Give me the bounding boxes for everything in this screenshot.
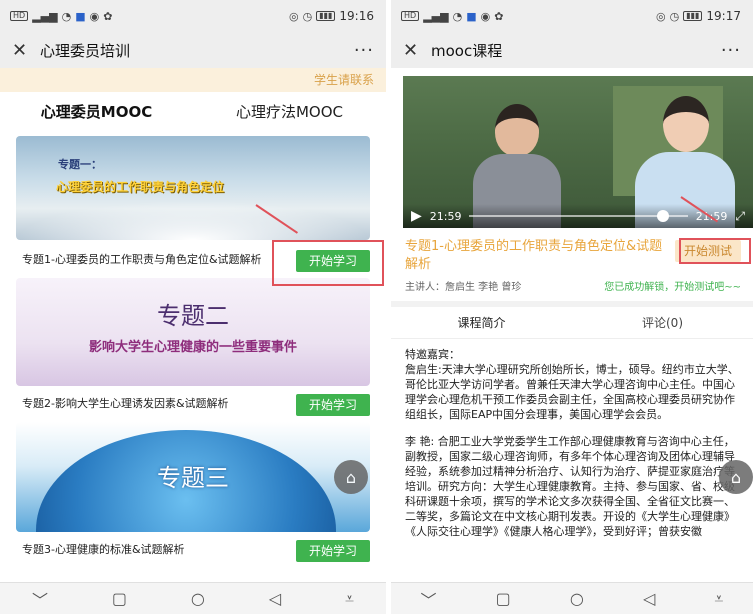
more-icon[interactable]: ··· <box>354 40 374 61</box>
status-bar: HD ▂▄▆ ◔ ■ ◉ ✿ ◎ ◷ ▮▮▮ 19:17 <box>391 0 753 32</box>
unlock-message: 您已成功解锁，开始测试吧~~ <box>604 282 741 293</box>
eye-icon: ◎ <box>288 9 299 23</box>
phone-left: HD ▂▄▆ ◔ ■ ◉ ✿ ◎ ◷ ▮▮▮ 19:16 ✕ 心理委员培训 ··… <box>0 0 386 614</box>
alarm-icon: ◷ <box>669 9 680 23</box>
current-time: 21:59 <box>429 209 462 223</box>
wifi-icon: ◔ <box>452 9 463 23</box>
mooc-tabs: 心理委员MOOC 心理疗法MOOC <box>0 92 386 130</box>
signal-icon: ▂▄▆ <box>32 9 58 23</box>
banner-title: 心理委员的工作职责与角色定位 <box>56 180 225 194</box>
hd-icon: HD <box>10 11 29 21</box>
page-title: 心理委员培训 <box>40 41 131 60</box>
tab-comments[interactable]: 评论(0) <box>572 314 753 331</box>
banner-label: 专题三 <box>157 464 229 492</box>
status-time: 19:17 <box>706 9 741 23</box>
progress-track[interactable] <box>469 210 688 222</box>
guest-bio-2: 李 艳: 合肥工业大学党委学生工作部心理健康教育与咨询中心主任，副教授，国家二级… <box>405 435 735 538</box>
highlight-box <box>272 240 384 286</box>
status-bar: HD ▂▄▆ ◔ ■ ◉ ✿ ◎ ◷ ▮▮▮ 19:16 <box>0 0 386 32</box>
fullscreen-icon[interactable]: ⤢ <box>735 209 745 224</box>
menu-icon[interactable]: ⩡ <box>345 589 354 609</box>
course-row-3: 专题3-心理健康的标准&试题解析 开始学习 <box>0 536 386 562</box>
course-title: 专题1-心理委员的工作职责与角色定位&试题解析 <box>22 253 262 266</box>
back-icon[interactable]: ◁ <box>269 589 281 608</box>
close-icon[interactable]: ✕ <box>403 40 425 61</box>
tab-counselor-mooc[interactable]: 心理委员MOOC <box>0 101 193 122</box>
hd-icon: HD <box>401 11 420 21</box>
guest-bio-1: 詹启生:天津大学心理研究所创始所长，博士，硕导。纽约市立大学、哥伦比亚大学访问学… <box>405 363 739 421</box>
close-icon[interactable]: ✕ <box>12 40 34 61</box>
system-nav-bar: ﹀ ▢ ○ ◁ ⩡ <box>391 582 753 614</box>
eye-icon: ◎ <box>655 9 666 23</box>
menu-icon[interactable]: ⩡ <box>714 589 723 609</box>
video-player[interactable]: ▶ 21:59 21:59 ⤢ <box>403 76 753 228</box>
signal-icon: ▂▄▆ <box>423 9 449 23</box>
course-banner-3[interactable]: 专题三 <box>16 422 370 532</box>
notice-bar: 学生请联系 <box>0 68 386 92</box>
tab-course-intro[interactable]: 课程简介 <box>391 314 572 331</box>
banner-title: 影响大学生心理健康的一些重要事件 <box>88 340 297 355</box>
nav-bar: ✕ 心理委员培训 ··· <box>0 32 386 68</box>
banner-label: 专题二 <box>157 302 229 330</box>
start-learning-button[interactable]: 开始学习 <box>296 540 370 562</box>
guest-heading: 特邀嘉宾： <box>405 348 460 361</box>
start-learning-button[interactable]: 开始学习 <box>296 394 370 416</box>
status-time: 19:16 <box>339 9 374 23</box>
wifi-icon: ◔ <box>61 9 72 23</box>
detail-tabs: 课程简介 评论(0) <box>391 307 753 339</box>
recent-apps-icon[interactable]: ▢ <box>496 589 511 608</box>
phone-right: HD ▂▄▆ ◔ ■ ◉ ✿ ◎ ◷ ▮▮▮ 19:17 ✕ mooc课程 ··… <box>391 0 753 614</box>
course-row-2: 专题2-影响大学生心理诱发因素&试题解析 开始学习 <box>0 390 386 416</box>
alarm-icon: ◷ <box>302 9 313 23</box>
speaker-row: 主讲人：詹启生 李艳 曾珍 您已成功解锁，开始测试吧~~ <box>391 274 753 293</box>
home-button-icon[interactable]: ○ <box>570 589 584 608</box>
tab-therapy-mooc[interactable]: 心理疗法MOOC <box>193 101 386 122</box>
paw-icon: ✿ <box>494 9 504 23</box>
notification-icon: ◉ <box>89 9 100 23</box>
course-title: 专题3-心理健康的标准&试题解析 <box>22 543 185 556</box>
highlight-box <box>679 238 751 264</box>
course-description: 特邀嘉宾： 詹启生:天津大学心理研究所创始所长，博士，硕导。纽约市立大学、哥伦比… <box>391 339 753 539</box>
nav-bar: ✕ mooc课程 ··· <box>391 32 753 68</box>
battery-icon: ▮▮▮ <box>316 11 336 21</box>
recent-apps-icon[interactable]: ▢ <box>112 589 127 608</box>
course-banner-2[interactable]: 专题二 影响大学生心理健康的一些重要事件 <box>16 278 370 386</box>
speaker-names: 主讲人：詹启生 李艳 曾珍 <box>405 282 522 293</box>
app-icon: ■ <box>75 9 86 23</box>
paw-icon: ✿ <box>103 9 113 23</box>
progress-knob[interactable] <box>657 210 670 222</box>
course-title: 专题2-影响大学生心理诱发因素&试题解析 <box>22 397 229 410</box>
app-icon: ■ <box>466 9 477 23</box>
home-icon[interactable]: ⌂ <box>334 460 368 494</box>
course-title: 专题1-心理委员的工作职责与角色定位&试题解析 <box>405 239 663 272</box>
system-nav-bar: ﹀ ▢ ○ ◁ ⩡ <box>0 582 386 614</box>
collapse-icon[interactable]: ﹀ <box>421 587 437 611</box>
banner-label: 专题一： <box>58 158 102 171</box>
back-icon[interactable]: ◁ <box>643 589 655 608</box>
collapse-icon[interactable]: ﹀ <box>32 587 48 611</box>
course-banner-1[interactable]: 专题一： 心理委员的工作职责与角色定位 <box>16 136 370 240</box>
video-controls: ▶ 21:59 21:59 ⤢ <box>403 204 753 228</box>
play-icon[interactable]: ▶ <box>411 208 422 224</box>
battery-icon: ▮▮▮ <box>683 11 703 21</box>
screenshot-root: HD ▂▄▆ ◔ ■ ◉ ✿ ◎ ◷ ▮▮▮ 19:16 ✕ 心理委员培训 ··… <box>0 0 753 614</box>
home-button-icon[interactable]: ○ <box>191 589 205 608</box>
notification-icon: ◉ <box>480 9 491 23</box>
page-title: mooc课程 <box>431 41 503 60</box>
more-icon[interactable]: ··· <box>721 40 741 61</box>
home-icon[interactable]: ⌂ <box>719 460 753 494</box>
